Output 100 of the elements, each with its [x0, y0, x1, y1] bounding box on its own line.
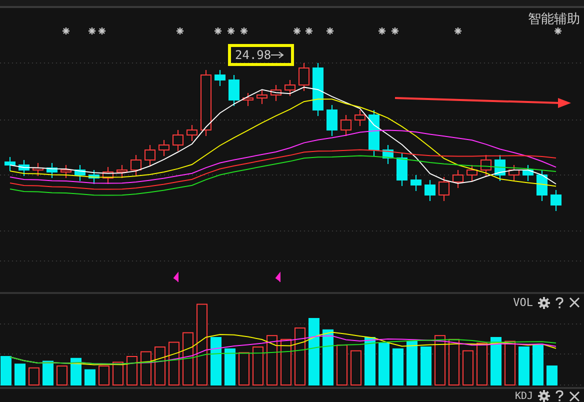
arrow-icon [271, 51, 286, 59]
volume-bar [168, 342, 180, 386]
candlestick [452, 170, 464, 188]
settings-icon[interactable] [538, 296, 550, 308]
volume-bar [518, 346, 530, 386]
asterisk-icon [304, 26, 314, 36]
volume-bar [462, 350, 474, 386]
candlestick [228, 74, 240, 106]
volume-bar [210, 337, 222, 386]
candlestick [466, 164, 478, 182]
candlestick [396, 152, 408, 186]
indicator-label: KDJ [514, 390, 533, 402]
asterisk-icon [454, 26, 462, 36]
candlestick [144, 144, 156, 166]
candlestick [158, 140, 170, 156]
candlestick [4, 156, 16, 172]
candlestick [256, 90, 268, 104]
help-icon[interactable] [555, 390, 564, 402]
candlestick [60, 164, 72, 178]
volume-bar [70, 358, 82, 386]
candlestick [130, 154, 142, 176]
candlestick [438, 176, 450, 202]
candlestick [340, 114, 352, 136]
asterisk-icon [378, 26, 386, 36]
volume-bar [266, 335, 278, 386]
volume-bar [308, 318, 320, 386]
volume-bar [546, 366, 558, 386]
asterisk-icon [240, 26, 248, 36]
asterisk-icon [326, 26, 334, 36]
volume-bar [322, 329, 334, 386]
price-label: 24.98 [235, 48, 272, 62]
asterisk-icon [554, 26, 562, 36]
flag-icon [276, 272, 280, 282]
candlestick [116, 164, 128, 178]
volume-bar [0, 356, 12, 386]
candlestick [368, 110, 380, 156]
close-icon[interactable] [569, 297, 580, 308]
volume-bar [98, 366, 110, 386]
candlestick [74, 164, 86, 182]
panel-title: 智能辅助 [528, 11, 580, 28]
candlestick [312, 62, 324, 116]
volume-bar [532, 344, 544, 386]
volume-bar [448, 338, 460, 386]
candlestick [32, 162, 44, 176]
volume-bar [112, 362, 124, 386]
asterisk-icon [98, 26, 106, 36]
candlestick [326, 104, 338, 136]
volume-bar [350, 350, 362, 386]
candlestick [186, 124, 198, 142]
settings-icon[interactable] [538, 390, 550, 402]
volume-bar [28, 367, 40, 386]
candlestick [508, 164, 520, 182]
candlestick [102, 166, 114, 184]
candlestick [46, 162, 58, 178]
flag-icon [174, 272, 178, 282]
candlestick [214, 70, 226, 86]
indicator-label: VOL [513, 296, 533, 309]
candlestick [382, 144, 394, 164]
asterisk-icon [292, 26, 302, 36]
volume-bar [364, 337, 376, 386]
volume-bar [42, 360, 54, 386]
volume-bar [140, 351, 152, 386]
volume-bar [406, 340, 418, 386]
volume-bar [154, 346, 166, 386]
volume-bar [14, 364, 26, 386]
close-icon[interactable] [569, 390, 580, 402]
asterisk-icon [176, 26, 184, 36]
volume-bar [84, 369, 96, 386]
candlestick [298, 62, 310, 92]
volume-bar [434, 335, 446, 386]
candlestick [200, 70, 212, 136]
candlestick [18, 160, 30, 176]
volume-bar [336, 344, 348, 386]
volume-bar [420, 346, 432, 386]
candlestick [424, 180, 436, 202]
asterisk-icon [390, 26, 400, 36]
volume-bar [378, 342, 390, 386]
volume-bar [56, 366, 68, 386]
asterisk-icon [88, 26, 96, 36]
volume-bar [504, 340, 516, 386]
asterisk-icon [62, 26, 70, 36]
volume-bar [476, 342, 488, 386]
candlestick [270, 84, 282, 102]
candlestick [284, 80, 296, 96]
volume-bar [182, 332, 194, 386]
volume-bar [126, 356, 138, 386]
volume-bar [392, 348, 404, 386]
asterisk-icon [226, 26, 236, 36]
candlestick [88, 170, 100, 184]
volume-bar [238, 352, 250, 386]
candlestick [242, 92, 254, 106]
candlestick [354, 110, 366, 126]
volume-bar [280, 338, 292, 386]
volume-bar [252, 346, 264, 386]
candlestick [522, 164, 534, 182]
help-icon[interactable] [555, 296, 564, 308]
candlestick [494, 154, 506, 182]
asterisk-icon [214, 26, 222, 36]
volume-bar [490, 337, 502, 386]
candlestick [550, 190, 562, 212]
